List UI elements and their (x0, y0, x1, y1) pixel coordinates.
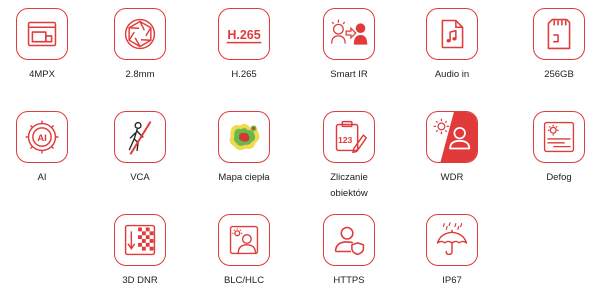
feature-counting: 123 Zliczanie obiektów (313, 111, 385, 202)
defog-icon (533, 111, 585, 163)
feature-defog: Defog (523, 111, 595, 186)
ai-icon-text: AI (37, 133, 47, 144)
smart-ir-icon (323, 8, 375, 60)
3d-dnr-icon (114, 214, 166, 266)
feature-label: WDR (440, 172, 464, 183)
lens-aperture-icon (114, 8, 166, 60)
feature-label: 3D DNR (122, 275, 158, 286)
audio-file-icon (426, 8, 478, 60)
feature-label: VCA (130, 172, 150, 183)
vca-person-crossing-icon (114, 111, 166, 163)
sd-card-icon (533, 8, 585, 60)
feature-vca: VCA (104, 111, 176, 186)
feature-label: AI (37, 172, 47, 183)
feature-label-line: obiektów (330, 188, 368, 199)
blc-hlc-icon (218, 214, 270, 266)
feature-ip67: IP67 (416, 214, 488, 289)
feature-label: BLC/HLC (223, 275, 265, 286)
wdr-icon (426, 111, 478, 163)
h265-codec-icon: H.265 (218, 8, 270, 60)
feature-h265: H.265 H.265 (208, 8, 280, 83)
feature-label: H.265 (231, 69, 257, 80)
feature-label: 4MPX (29, 69, 55, 80)
feature-smartir: Smart IR (313, 8, 385, 83)
feature-label: Mapa ciepła (218, 172, 270, 183)
feature-https: HTTPS (313, 214, 385, 289)
feature-label: Defog (546, 172, 572, 183)
feature-label: IP67 (442, 275, 462, 286)
feature-wdr: WDR (416, 111, 488, 186)
feature-label: Audio in (434, 69, 470, 80)
feature-label: Smart IR (330, 69, 368, 80)
heatmap-icon (218, 111, 270, 163)
feature-label-line: Zliczanie (330, 172, 368, 183)
feature-4mpx: 4MPX (6, 8, 78, 83)
counting-icon-text: 123 (338, 135, 353, 145)
feature-audio: Audio in (416, 8, 488, 83)
feature-label: HTTPS (333, 275, 365, 286)
resolution-icon (16, 8, 68, 60)
ip67-umbrella-rain-icon (426, 214, 478, 266)
feature-dnr: 3D DNR (104, 214, 176, 289)
feature-blc: BLC/HLC (208, 214, 280, 289)
h265-icon-text: H.265 (227, 28, 260, 42)
feature-heatmap: Mapa ciepła (208, 111, 280, 186)
object-counting-icon: 123 (323, 111, 375, 163)
https-user-shield-icon (323, 214, 375, 266)
feature-lens: 2.8mm (104, 8, 176, 83)
feature-label: Zliczanie obiektów (313, 170, 385, 202)
ai-chip-icon: AI (16, 111, 68, 163)
feature-label: 256GB (544, 69, 574, 80)
feature-storage: 256GB (523, 8, 595, 83)
feature-ai: AI AI (6, 111, 78, 186)
feature-label: 2.8mm (125, 69, 155, 80)
